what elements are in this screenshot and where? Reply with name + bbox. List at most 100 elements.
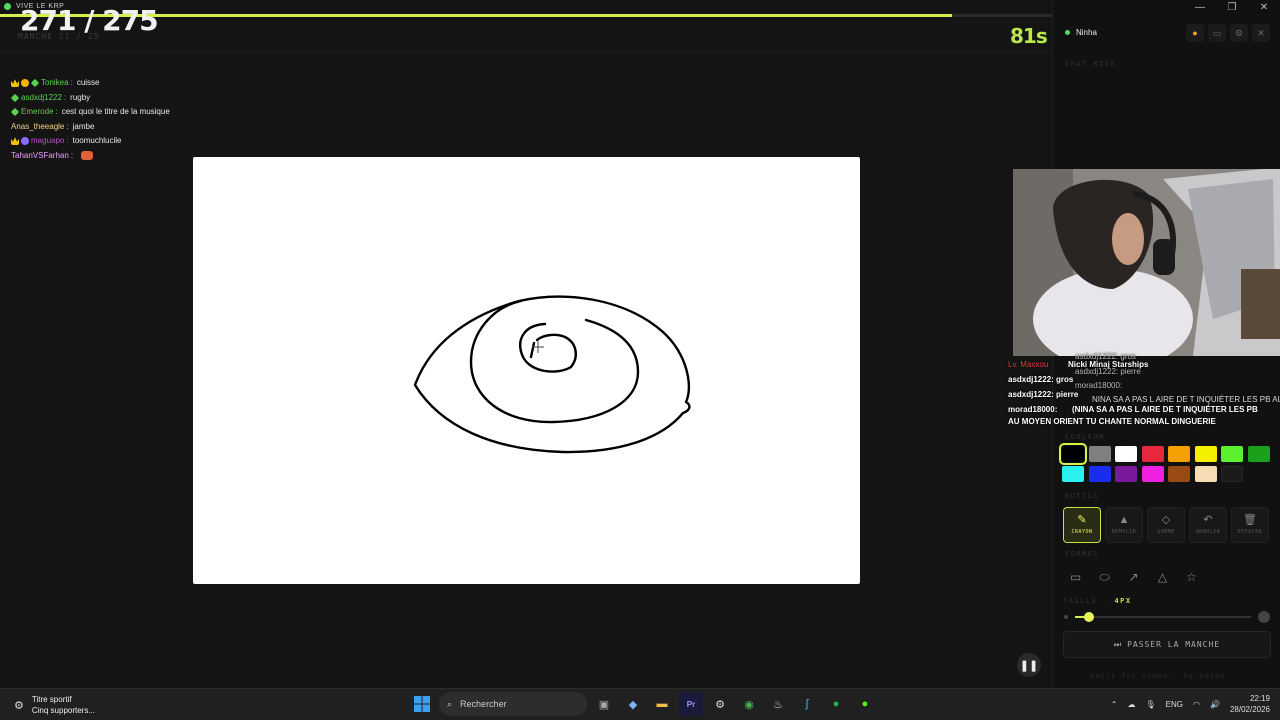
color-swatch[interactable] bbox=[1194, 466, 1217, 482]
color-swatch[interactable] bbox=[1168, 466, 1190, 482]
notif-sub: Cinq supporters... bbox=[31, 706, 96, 715]
chat-username[interactable]: Emerode bbox=[21, 105, 53, 120]
pause-button[interactable]: ❚❚ bbox=[1017, 653, 1041, 677]
tool-effacer-button[interactable]: 🗑 EFFACER bbox=[1231, 507, 1269, 543]
chat-username[interactable]: TahanVSFarhan bbox=[11, 149, 69, 164]
canvas-drawing bbox=[413, 295, 691, 454]
task-view-icon[interactable]: ▣ bbox=[592, 692, 616, 716]
overlay-line-3: asdxdj1222: pierre bbox=[1008, 390, 1078, 399]
drawing-stroke-outer bbox=[413, 295, 691, 454]
skip-round-button[interactable]: ⏭ PASSER LA MANCHE bbox=[1063, 631, 1271, 658]
color-swatch[interactable] bbox=[1221, 446, 1243, 462]
app-icon-s[interactable]: ʃ bbox=[795, 692, 819, 716]
overlay-big-text-1: (NINA SA A PAS L AIRE DE T INQUIÉTER LES… bbox=[1072, 405, 1258, 414]
chat-text: cuisse bbox=[76, 78, 100, 87]
round-progress-bar bbox=[0, 14, 1052, 17]
shape-bar: ▭ ⬭ ↗ △ ☆ bbox=[1063, 565, 1204, 589]
taskbar-notification[interactable]: ⚙ Titre sportif Cinq supporters... bbox=[14, 694, 95, 716]
chat-username[interactable]: Anas_theeagle bbox=[11, 120, 64, 135]
notif-title: Titre sportif bbox=[31, 695, 72, 704]
drawing-stroke-tick bbox=[529, 341, 536, 359]
close-panel-icon[interactable]: ✕ bbox=[1252, 24, 1270, 42]
app-icon-gear[interactable]: ⚙ bbox=[708, 692, 732, 716]
purple-badge-icon bbox=[21, 137, 29, 146]
layout-icon[interactable]: ▭ bbox=[1208, 24, 1226, 42]
chat-message: Anas_theeagle: jambe bbox=[11, 120, 226, 135]
tool-annuler-button[interactable]: ↶ ANNULER bbox=[1189, 507, 1227, 543]
chat-message: maguapo: toomuchlucile bbox=[11, 134, 226, 149]
tool-remplir-button[interactable]: ▲ REMPLIR bbox=[1105, 507, 1143, 543]
chat-username[interactable]: Tonikea bbox=[41, 76, 69, 91]
color-swatch[interactable] bbox=[1194, 446, 1217, 462]
color-swatch[interactable] bbox=[1168, 446, 1190, 462]
color-swatch[interactable] bbox=[1062, 466, 1084, 482]
color-swatch[interactable] bbox=[1141, 466, 1164, 482]
tool-effacer-icon: 🗑 bbox=[1243, 514, 1257, 526]
color-swatch[interactable] bbox=[1115, 446, 1137, 462]
tool-gomme-button[interactable]: ◇ GOMME bbox=[1147, 507, 1185, 543]
size-label-text: TAILLE · bbox=[1063, 597, 1109, 605]
size-slider[interactable] bbox=[1075, 616, 1251, 618]
crown-badge-icon bbox=[11, 79, 19, 88]
skip-icon: ⏭ bbox=[1113, 639, 1123, 649]
size-slider-knob[interactable] bbox=[1084, 612, 1094, 622]
language-indicator[interactable]: ENG bbox=[1166, 700, 1183, 709]
credit-text: built for ninha · by keido bbox=[1090, 672, 1226, 680]
overlay-big-text-2: AU MOYEN ORIENT TU CHANTE NORMAL DINGUER… bbox=[1008, 417, 1216, 426]
window-controls: — ❐ ✕ bbox=[1184, 0, 1280, 14]
rectangle-shape-icon[interactable]: ▭ bbox=[1063, 565, 1088, 589]
chat-colon: : bbox=[70, 78, 73, 87]
webcam-feed bbox=[1013, 169, 1280, 356]
gear-icon[interactable]: ⚙ bbox=[1230, 24, 1248, 42]
arrow-shape-icon[interactable]: ↗ bbox=[1121, 565, 1146, 589]
tool-annuler-icon: ↶ bbox=[1203, 514, 1213, 526]
taskbar: ⚙ Titre sportif Cinq supporters... ⌕ Rec… bbox=[0, 688, 1280, 720]
taskbar-search[interactable]: ⌕ Rechercher bbox=[439, 692, 587, 716]
windows-start-icon[interactable] bbox=[410, 692, 434, 716]
steam-icon[interactable]: ♨ bbox=[766, 692, 790, 716]
coin-icon[interactable]: ● bbox=[1186, 24, 1204, 42]
onedrive-icon[interactable]: ☁ bbox=[1128, 700, 1136, 709]
chat-username[interactable]: asdxdj1222 bbox=[21, 91, 62, 106]
tool-gomme-icon: ◇ bbox=[1161, 514, 1171, 526]
volume-icon[interactable]: 🔊 bbox=[1210, 700, 1220, 709]
tool-crayon-button[interactable]: ✎ CRAYON bbox=[1063, 507, 1101, 543]
minimize-icon[interactable]: — bbox=[1184, 0, 1216, 14]
spotify-icon[interactable]: ● bbox=[824, 692, 848, 716]
store-icon[interactable]: ◆ bbox=[621, 692, 645, 716]
wifi-icon[interactable]: ◠ bbox=[1193, 700, 1200, 709]
clock-time: 22:19 bbox=[1249, 694, 1270, 703]
tool-label: ANNULER bbox=[1195, 529, 1221, 535]
folder-icon[interactable]: ▬ bbox=[650, 692, 674, 716]
chat-text: toomuchlucile bbox=[72, 136, 122, 145]
microphone-icon[interactable]: 🎙 bbox=[1146, 700, 1156, 709]
kick-app-icon[interactable]: ● bbox=[853, 692, 877, 716]
tool-label: CRAYON bbox=[1071, 529, 1093, 535]
color-swatch[interactable] bbox=[1247, 446, 1270, 462]
chat-message: TahanVSFarhan: bbox=[11, 149, 226, 164]
color-swatch[interactable] bbox=[1141, 446, 1164, 462]
overlay-right-4: NINA SA A PAS L AIRE DE T INQUIÉTER LES … bbox=[1092, 395, 1280, 404]
close-icon[interactable]: ✕ bbox=[1248, 0, 1280, 14]
chrome-icon[interactable]: ◉ bbox=[737, 692, 761, 716]
online-status-icon bbox=[1065, 30, 1070, 35]
chat-username[interactable]: maguapo bbox=[31, 134, 64, 149]
overlay-line-3-user: asdxdj1222 bbox=[1008, 390, 1052, 399]
chat-colon: : bbox=[66, 136, 69, 145]
color-swatch[interactable] bbox=[1088, 466, 1111, 482]
maximize-icon[interactable]: ❐ bbox=[1216, 0, 1248, 14]
overlay-line-1-user: Lv. Maxxou bbox=[1008, 360, 1049, 369]
color-swatch[interactable] bbox=[1088, 446, 1111, 462]
clock[interactable]: 22:19 28/02/2026 bbox=[1230, 693, 1270, 715]
color-swatch[interactable] bbox=[1115, 466, 1137, 482]
star-shape-icon[interactable]: ☆ bbox=[1179, 565, 1204, 589]
color-swatch[interactable] bbox=[1059, 443, 1087, 465]
drawing-canvas[interactable] bbox=[193, 157, 860, 584]
clock-date: 28/02/2026 bbox=[1229, 705, 1270, 714]
ellipse-shape-icon[interactable]: ⬭ bbox=[1092, 565, 1117, 589]
chat-text: cest quoi le titre de la musique bbox=[61, 107, 170, 116]
custom-color-swatch[interactable] bbox=[1221, 466, 1243, 482]
triangle-shape-icon[interactable]: △ bbox=[1150, 565, 1175, 589]
premiere-icon[interactable]: Pr bbox=[679, 692, 703, 716]
tray-chevron-icon[interactable]: ⌃ bbox=[1111, 700, 1118, 709]
